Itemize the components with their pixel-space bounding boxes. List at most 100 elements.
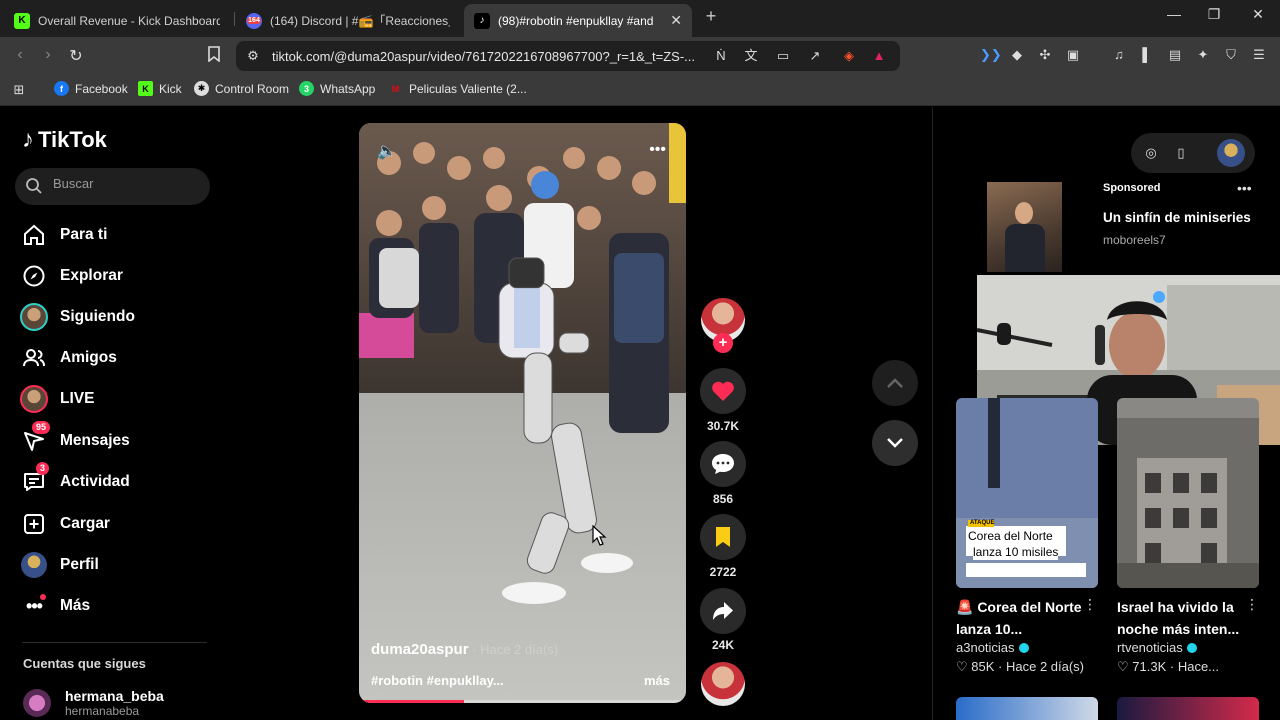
address-bar[interactable]: ⚙ tiktok.com/@duma20aspur/video/76172022… xyxy=(236,41,900,71)
search-box[interactable] xyxy=(15,168,210,205)
messages-badge: 95 xyxy=(32,421,51,434)
follow-plus-button[interactable]: + xyxy=(713,333,733,353)
sidebar-icon[interactable]: ▌ xyxy=(1138,46,1156,64)
card-1-user[interactable]: a3noticias xyxy=(956,640,1029,655)
chevron-down-icon xyxy=(887,438,903,448)
bookmark-kick[interactable]: K Kick xyxy=(138,81,182,96)
apps-grid-icon[interactable]: ⊞ xyxy=(10,81,28,99)
nav-label: Siguiendo xyxy=(60,308,135,325)
bookmark-control-room[interactable]: ✱ Control Room xyxy=(194,81,289,96)
nav-explorar[interactable]: Explorar xyxy=(20,261,123,291)
wallet-signal-icon[interactable]: ❯❯ xyxy=(980,46,1002,64)
card-1-time: Hace 2 día(s) xyxy=(1005,659,1085,674)
profile-avatar xyxy=(20,551,48,579)
user-avatar[interactable] xyxy=(1217,139,1245,167)
nav-para-ti[interactable]: Para ti xyxy=(20,220,107,250)
card-2-image xyxy=(1117,398,1259,588)
tab-discord[interactable]: 164 (164) Discord | #📻「Reacciones」| B xyxy=(236,4,460,37)
tiktok-logo[interactable]: ♪ TikTok xyxy=(22,126,107,154)
translate-icon[interactable]: 文 xyxy=(742,47,760,65)
music-disc-avatar[interactable] xyxy=(701,662,745,706)
site-settings-icon[interactable]: ⚙ xyxy=(244,47,262,65)
vpn-icon[interactable]: ⛉ xyxy=(1222,46,1240,64)
nav-actividad[interactable]: 3 Actividad xyxy=(20,462,130,497)
recommended-video-thumbnail[interactable] xyxy=(1117,398,1259,588)
nav-amigos[interactable]: Amigos xyxy=(20,343,117,373)
card-2-options-icon[interactable]: ⋮ xyxy=(1245,596,1259,613)
cast-icon[interactable]: ▭ xyxy=(774,47,792,65)
next-video-button[interactable] xyxy=(872,420,918,466)
close-window-icon[interactable]: ✕ xyxy=(1248,6,1268,23)
media-icon[interactable]: ♫ xyxy=(1110,46,1128,64)
compass-small-icon[interactable]: ◎ xyxy=(1142,144,1160,162)
bookmark-label: WhatsApp xyxy=(320,81,376,96)
bookmark-whatsapp[interactable]: 3 WhatsApp xyxy=(299,81,375,96)
kick-icon: K xyxy=(138,81,153,96)
card-1-likes: 85K xyxy=(971,659,995,674)
nav-cargar[interactable]: Cargar xyxy=(20,509,110,539)
tab-kick-dashboard[interactable]: K Overall Revenue - Kick Dashboard xyxy=(4,4,230,37)
new-tab-button[interactable]: + xyxy=(700,6,722,27)
brave-shield-icon[interactable]: ◈ xyxy=(840,47,858,65)
discord-badge: 164 xyxy=(247,17,261,24)
wallet-icon[interactable]: ▤ xyxy=(1166,46,1184,64)
extension-diamond-icon[interactable]: ◆ xyxy=(1008,46,1026,64)
mobile-icon[interactable]: ▯ xyxy=(1172,144,1190,162)
share-icon[interactable]: ↗ xyxy=(806,47,824,65)
video-options-icon[interactable]: ••• xyxy=(649,141,666,159)
like-button[interactable] xyxy=(700,368,746,414)
save-button[interactable] xyxy=(700,514,746,560)
search-input[interactable] xyxy=(53,176,203,191)
reload-icon[interactable]: ↻ xyxy=(66,46,86,66)
sponsored-title[interactable]: Un sinfín de miniseries xyxy=(1103,210,1251,225)
following-user-item[interactable]: hermana_beba hermanabeba xyxy=(23,688,164,718)
previous-video-button[interactable] xyxy=(872,360,918,406)
leo-ai-icon[interactable]: ✦ xyxy=(1194,46,1212,64)
next-row-thumbnail[interactable] xyxy=(1117,697,1259,720)
following-handle: hermanabeba xyxy=(65,704,140,718)
nav-perfil[interactable]: Perfil xyxy=(20,550,99,580)
reader-off-icon[interactable]: Ṅ xyxy=(712,47,730,65)
comment-button[interactable] xyxy=(700,441,746,487)
card-2-user[interactable]: rtvenoticias xyxy=(1117,640,1197,655)
sponsored-account[interactable]: moboreels7 xyxy=(1103,233,1166,247)
video-player[interactable]: 🔈 ••• duma20aspur · Hace 2 día(s) #robot… xyxy=(359,123,686,703)
verified-icon xyxy=(1186,642,1197,653)
menu-icon[interactable]: ☰ xyxy=(1250,46,1268,64)
share-button[interactable] xyxy=(700,588,746,634)
minimize-icon[interactable]: — xyxy=(1164,6,1184,22)
bookmark-facebook[interactable]: f Facebook xyxy=(54,81,128,96)
sponsored-options-icon[interactable]: ••• xyxy=(1237,180,1252,196)
bookmark-label: Peliculas Valiente (2... xyxy=(409,81,527,96)
sponsored-thumbnail[interactable] xyxy=(987,182,1062,272)
tab-tiktok-active[interactable]: ♪ (98)#robotin #enpukllay #and ✕ xyxy=(464,4,692,37)
mute-icon[interactable]: 🔈 xyxy=(377,141,397,161)
nav-live[interactable]: LIVE xyxy=(20,384,94,414)
extensions-icon[interactable]: ✣ xyxy=(1036,46,1054,64)
video-author[interactable]: duma20aspur · Hace 2 día(s) xyxy=(371,641,558,658)
next-row-thumbnail[interactable] xyxy=(956,697,1098,720)
video-hashtags[interactable]: #robotin #enpukllay... xyxy=(371,673,504,688)
card-1-title[interactable]: 🚨 Corea del Norte lanza 10... xyxy=(956,596,1096,640)
maximize-icon[interactable]: ❐ xyxy=(1204,6,1224,23)
video-more-link[interactable]: más xyxy=(644,673,670,688)
nav-mas[interactable]: ••• Más xyxy=(20,591,90,621)
video-progress-bar[interactable] xyxy=(359,700,686,703)
brave-rewards-icon[interactable]: ▲ xyxy=(870,47,888,65)
card-2-title[interactable]: Israel ha vivido la noche más inten... xyxy=(1117,596,1257,640)
recommended-video-thumbnail[interactable]: ATAQUE Corea del Norte lanza 10 misiles xyxy=(956,398,1098,588)
back-icon[interactable]: ‹ xyxy=(10,46,30,64)
nav-mensajes[interactable]: 95 Mensajes xyxy=(20,421,130,456)
bookmark-page-icon[interactable] xyxy=(204,46,224,67)
screenshot-icon[interactable]: ▣ xyxy=(1064,46,1082,64)
bookmark-peliculas[interactable]: M Peliculas Valiente (2... xyxy=(388,81,527,96)
url-text: tiktok.com/@duma20aspur/video/7617202216… xyxy=(272,49,695,64)
search-icon xyxy=(26,178,42,194)
bookmark-icon xyxy=(716,527,730,547)
browser-tab-bar: K Overall Revenue - Kick Dashboard 164 (… xyxy=(0,0,1280,37)
card-1-options-icon[interactable]: ⋮ xyxy=(1083,596,1097,613)
close-tab-icon[interactable]: ✕ xyxy=(670,12,682,29)
nav-siguiendo[interactable]: Siguiendo xyxy=(20,302,135,332)
forward-icon[interactable]: › xyxy=(38,46,58,64)
sidebar-divider xyxy=(22,642,207,643)
